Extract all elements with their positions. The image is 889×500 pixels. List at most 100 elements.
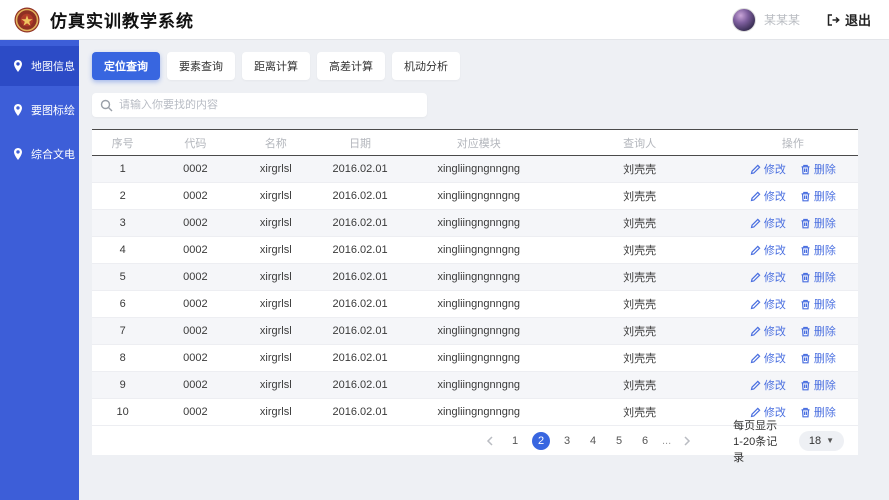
tab[interactable]: 定位查询 [92, 52, 160, 80]
delete-button[interactable]: 删除 [800, 350, 836, 366]
cell-date: 2016.02.01 [314, 182, 407, 210]
cell-code: 0002 [153, 209, 238, 237]
delete-button[interactable]: 删除 [800, 161, 836, 177]
page-number-button[interactable]: 5 [610, 432, 628, 450]
page-number-button[interactable]: 1 [506, 432, 524, 450]
edit-label: 修改 [763, 380, 786, 392]
delete-button[interactable]: 删除 [800, 323, 836, 339]
tab[interactable]: 机动分析 [392, 52, 460, 80]
sidebar-item-icon [14, 104, 22, 116]
delete-label: 删除 [813, 272, 836, 284]
edit-pen-icon [750, 191, 761, 201]
records-summary: 每页显示1-20条记录 [733, 419, 778, 464]
edit-label: 修改 [763, 353, 786, 365]
delete-button[interactable]: 删除 [800, 215, 836, 231]
cell-code: 0002 [153, 263, 238, 291]
prev-page-button[interactable] [482, 433, 498, 449]
tab-label: 定位查询 [104, 61, 148, 73]
cell-name: xirgrlsl [237, 263, 315, 291]
delete-label: 删除 [813, 380, 836, 392]
cell-module: xingliingngnngng [406, 155, 552, 183]
tab[interactable]: 要素查询 [167, 52, 235, 80]
tab-bar: 定位查询 要素查询 距离计算 高差计算 机动分析 [92, 52, 889, 80]
table-row: 6 0002 xirgrlsl 2016.02.01 xingliingngnn… [92, 290, 858, 318]
table-row: 9 0002 xirgrlsl 2016.02.01 xingliingngnn… [92, 371, 858, 399]
edit-button[interactable]: 修改 [750, 242, 786, 258]
delete-button[interactable]: 删除 [800, 188, 836, 204]
edit-button[interactable]: 修改 [750, 161, 786, 177]
row-actions: 修改 删除 [728, 291, 858, 317]
page-number-button[interactable]: 3 [558, 432, 576, 450]
page-number-label: 5 [615, 434, 623, 447]
trash-icon [801, 245, 810, 255]
pager: 1 2 3 4 5 6 ... [482, 431, 695, 450]
cell-code: 0002 [153, 155, 238, 183]
edit-button[interactable]: 修改 [750, 269, 786, 285]
sidebar-item[interactable]: 要图标绘 [0, 90, 79, 130]
column-header: 日期 [314, 129, 407, 156]
cell-module: xingliingngnngng [406, 344, 552, 372]
cell-name: xirgrlsl [237, 209, 315, 237]
tab[interactable]: 高差计算 [317, 52, 385, 80]
cell-name: xirgrlsl [237, 398, 315, 426]
page-number-label: 3 [563, 434, 571, 447]
cell-person: 刘壳壳 [551, 290, 728, 318]
user-avatar[interactable] [731, 7, 756, 32]
sidebar-item[interactable]: 地图信息 [0, 46, 79, 86]
column-header: 操作 [727, 129, 858, 156]
column-header: 代码 [153, 129, 238, 156]
cell-person: 刘壳壳 [551, 344, 728, 372]
edit-pen-icon [750, 272, 761, 282]
cell-date: 2016.02.01 [314, 263, 407, 291]
cell-seq: 5 [92, 263, 154, 291]
cell-name: xirgrlsl [237, 290, 315, 318]
edit-button[interactable]: 修改 [750, 296, 786, 312]
cell-date: 2016.02.01 [314, 317, 407, 345]
trash-icon [801, 407, 810, 417]
edit-label: 修改 [763, 191, 786, 203]
delete-button[interactable]: 删除 [800, 377, 836, 393]
search-input[interactable] [119, 99, 419, 111]
logout-icon [827, 13, 840, 26]
edit-button[interactable]: 修改 [750, 377, 786, 393]
row-actions: 修改 删除 [728, 264, 858, 290]
page-number-button[interactable]: 6 [636, 432, 654, 450]
cell-module: xingliingngnngng [406, 263, 552, 291]
row-actions: 修改 删除 [728, 372, 858, 398]
page-ellipsis: ... [662, 434, 672, 447]
cell-code: 0002 [153, 344, 238, 372]
column-header: 对应模块 [406, 129, 552, 156]
sidebar-item[interactable]: 综合文电 [0, 134, 79, 174]
delete-button[interactable]: 删除 [800, 296, 836, 312]
cell-module: xingliingngnngng [406, 236, 552, 264]
search-icon [100, 99, 113, 111]
logout-button[interactable]: 退出 [826, 10, 871, 29]
row-actions: 修改 删除 [728, 210, 858, 236]
cell-person: 刘壳壳 [551, 182, 728, 210]
delete-button[interactable]: 删除 [800, 404, 836, 420]
next-page-button[interactable] [679, 433, 695, 449]
row-actions: 修改 删除 [728, 237, 858, 263]
cell-code: 0002 [153, 182, 238, 210]
cell-date: 2016.02.01 [314, 290, 407, 318]
edit-button[interactable]: 修改 [750, 188, 786, 204]
cell-date: 2016.02.01 [314, 155, 407, 183]
logout-label: 退出 [844, 13, 871, 28]
edit-button[interactable]: 修改 [750, 323, 786, 339]
page-size-value: 18 [808, 434, 822, 447]
delete-button[interactable]: 删除 [800, 269, 836, 285]
tab-label: 距离计算 [254, 61, 298, 73]
edit-button[interactable]: 修改 [750, 215, 786, 231]
edit-pen-icon [750, 380, 761, 390]
trash-icon [801, 353, 810, 363]
delete-label: 删除 [813, 245, 836, 257]
cell-person: 刘壳壳 [551, 371, 728, 399]
page-number-label: 1 [511, 434, 519, 447]
cell-seq: 10 [92, 398, 154, 426]
tab[interactable]: 距离计算 [242, 52, 310, 80]
edit-button[interactable]: 修改 [750, 350, 786, 366]
page-number-button[interactable]: 2 [532, 431, 550, 450]
page-size-select[interactable]: 18 ▼ [798, 430, 844, 451]
page-number-button[interactable]: 4 [584, 432, 602, 450]
delete-button[interactable]: 删除 [800, 242, 836, 258]
